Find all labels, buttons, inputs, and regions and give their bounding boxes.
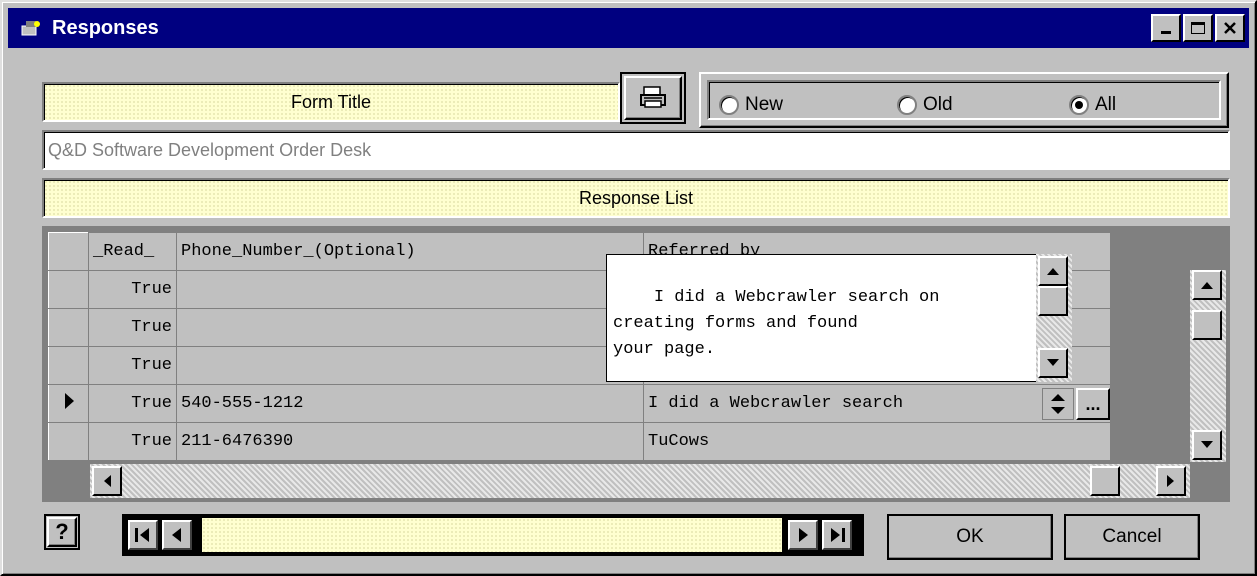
response-list-label: Response List xyxy=(42,178,1230,218)
first-record-icon xyxy=(135,528,149,542)
response-list-text: Response List xyxy=(578,187,694,208)
maximize-button[interactable] xyxy=(1183,14,1213,42)
next-record-button[interactable] xyxy=(788,520,818,550)
subtitle-text: Q&D Software Development Order Desk xyxy=(48,139,372,160)
first-record-button[interactable] xyxy=(128,520,158,550)
radio-new-dot[interactable] xyxy=(719,95,739,115)
cell-read[interactable]: True xyxy=(88,384,177,423)
minimize-button[interactable] xyxy=(1151,14,1181,42)
record-position-field[interactable] xyxy=(202,518,782,552)
memo-editor[interactable]: I did a Webcrawler search on creating fo… xyxy=(606,254,1072,382)
cell-referred[interactable]: TuCows xyxy=(643,422,1111,461)
memo-scrollbar[interactable] xyxy=(1036,254,1072,382)
current-row-arrow-icon xyxy=(64,392,74,409)
cell-read[interactable]: True xyxy=(88,346,177,385)
memo-scroll-down-button[interactable] xyxy=(1038,348,1068,378)
ellipsis-label: ... xyxy=(1085,393,1101,414)
help-icon: ? xyxy=(55,519,69,544)
grid-scroll-left-button[interactable] xyxy=(92,466,122,496)
cell-referred-text: I did a Webcrawler search xyxy=(648,394,904,413)
right-arrow-icon xyxy=(1167,475,1174,487)
cell-read[interactable]: True xyxy=(88,422,177,461)
grid-horizontal-scrollbar[interactable] xyxy=(90,464,1190,498)
print-button[interactable] xyxy=(620,72,686,124)
next-record-icon xyxy=(799,528,808,542)
filter-radio-group: New Old All xyxy=(699,72,1229,128)
row-selector[interactable] xyxy=(48,270,89,309)
title-bar[interactable]: Responses xyxy=(8,8,1249,48)
ok-button[interactable]: OK xyxy=(887,514,1053,560)
ok-label: OK xyxy=(956,526,984,547)
radio-all[interactable]: All xyxy=(1069,94,1116,116)
grid-scroll-down-button[interactable] xyxy=(1192,430,1222,460)
radio-old-dot[interactable] xyxy=(897,95,917,115)
maximize-icon xyxy=(1191,22,1205,34)
radio-all-label: All xyxy=(1095,94,1117,115)
left-arrow-icon xyxy=(104,475,111,487)
previous-record-button[interactable] xyxy=(162,520,192,550)
close-icon xyxy=(1224,22,1236,34)
cancel-button[interactable]: Cancel xyxy=(1064,514,1200,560)
cell-spin-control[interactable] xyxy=(1042,388,1074,420)
window-title: Responses xyxy=(52,16,159,39)
previous-record-icon xyxy=(172,528,181,542)
column-header-phone[interactable]: Phone_Number_(Optional) xyxy=(176,232,644,271)
grid-scroll-right-button[interactable] xyxy=(1156,466,1186,496)
radio-new-label: New xyxy=(745,94,784,115)
down-arrow-icon xyxy=(1201,441,1213,448)
app-icon[interactable] xyxy=(18,15,44,41)
cell-phone[interactable]: 540-555-1212 xyxy=(176,384,644,423)
cell-phone[interactable] xyxy=(176,346,644,385)
radio-old-label: Old xyxy=(923,94,953,115)
form-title-label: Form Title xyxy=(42,82,620,122)
printer-icon xyxy=(640,86,666,108)
last-record-button[interactable] xyxy=(822,520,852,550)
row-selector[interactable] xyxy=(48,346,89,385)
memo-scroll-up-button[interactable] xyxy=(1038,256,1068,286)
minimize-icon xyxy=(1161,31,1171,34)
radio-all-dot[interactable] xyxy=(1069,95,1089,115)
cell-referred[interactable]: I did a Webcrawler search xyxy=(643,384,1111,423)
memo-text: I did a Webcrawler search on creating fo… xyxy=(613,288,940,359)
last-record-icon xyxy=(831,528,845,542)
row-selector[interactable] xyxy=(48,308,89,347)
subtitle-field[interactable]: Q&D Software Development Order Desk xyxy=(42,130,1230,170)
cell-phone[interactable] xyxy=(176,308,644,347)
grid-scroll-thumb[interactable] xyxy=(1192,310,1222,340)
down-arrow-icon xyxy=(1047,359,1059,366)
row-selector[interactable] xyxy=(48,422,89,461)
table-row[interactable]: True 211-6476390 TuCows xyxy=(48,422,1111,461)
column-header-read[interactable]: _Read_ xyxy=(88,232,177,271)
table-row-current[interactable]: True 540-555-1212 I did a Webcrawler sea… xyxy=(48,384,1111,423)
up-arrow-icon xyxy=(1047,268,1059,275)
ellipsis-button[interactable]: ... xyxy=(1076,388,1110,420)
help-button[interactable]: ? xyxy=(44,514,80,550)
close-button[interactable] xyxy=(1215,14,1245,42)
grid-hscroll-thumb[interactable] xyxy=(1090,466,1120,496)
memo-scroll-thumb[interactable] xyxy=(1038,286,1068,316)
cell-read[interactable]: True xyxy=(88,270,177,309)
cell-read[interactable]: True xyxy=(88,308,177,347)
radio-old[interactable]: Old xyxy=(897,94,953,116)
radio-new[interactable]: New xyxy=(719,94,783,116)
form-title-text: Form Title xyxy=(290,91,371,112)
cancel-label: Cancel xyxy=(1102,526,1162,547)
record-navigator xyxy=(122,514,864,556)
row-selector-current[interactable] xyxy=(48,384,89,423)
cell-phone[interactable] xyxy=(176,270,644,309)
grid-vertical-scrollbar[interactable] xyxy=(1190,270,1226,462)
grid-scroll-up-button[interactable] xyxy=(1192,270,1222,300)
grid-corner-cell[interactable] xyxy=(48,232,89,271)
up-arrow-icon xyxy=(1201,282,1213,289)
cell-phone[interactable]: 211-6476390 xyxy=(176,422,644,461)
responses-window: Responses Form Title New Old All Q&D Sof… xyxy=(0,0,1257,576)
spin-arrows-icon xyxy=(1051,394,1065,414)
